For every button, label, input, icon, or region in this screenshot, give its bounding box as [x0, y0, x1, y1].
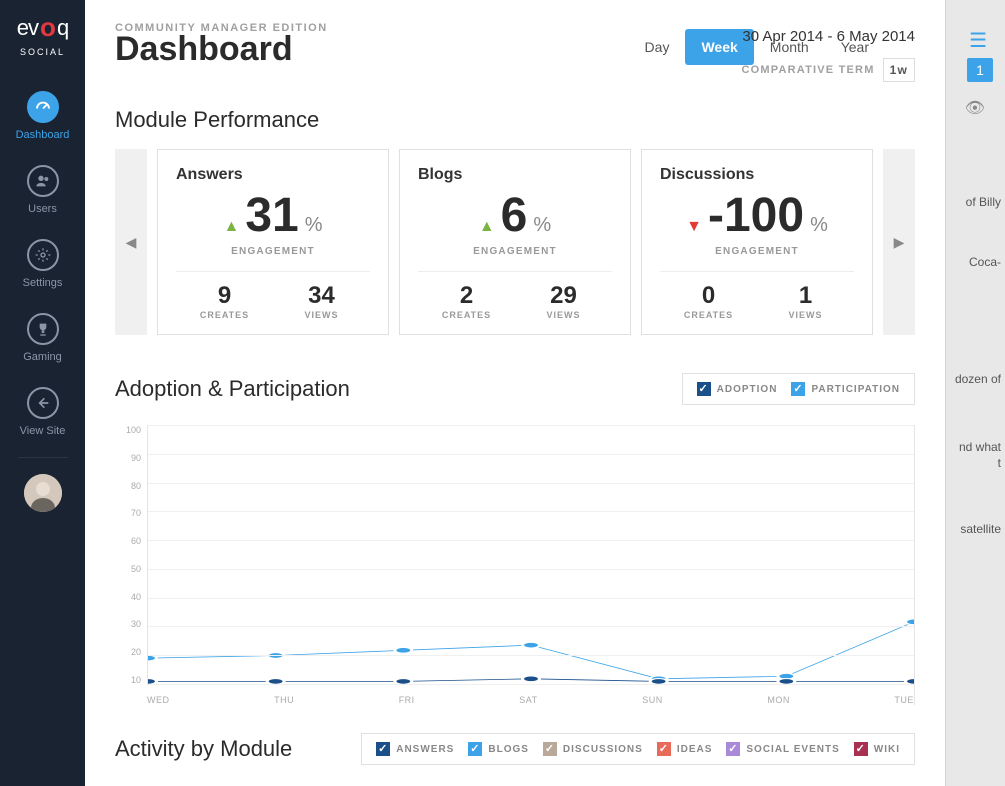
card-sublabel: ENGAGEMENT [660, 246, 854, 257]
page-title: Dashboard [115, 30, 293, 69]
checkbox-icon: ✓ [468, 742, 482, 756]
sidebar-item-dashboard[interactable]: Dashboard [0, 77, 85, 151]
card-unit: % [533, 214, 551, 237]
sidebar-item-view-site[interactable]: View Site [0, 373, 85, 447]
module-card[interactable]: Blogs ▲6% ENGAGEMENT 2CREATES 29VIEWS [399, 149, 631, 335]
text-fragment: dozen of [955, 372, 1001, 386]
card-sublabel: ENGAGEMENT [176, 246, 370, 257]
comparative-value[interactable]: 1w [883, 58, 915, 82]
text-fragment: satellite [960, 522, 1001, 536]
text-fragment: nd what [959, 440, 1001, 454]
brand-logo: evoq [17, 12, 68, 43]
legend-label: IDEAS [677, 744, 713, 755]
carousel-next[interactable]: ▶ [883, 149, 915, 335]
text-fragment: Coca- [969, 255, 1001, 269]
card-creates: 9 [176, 282, 273, 310]
period-tab-day[interactable]: Day [629, 29, 686, 65]
card-creates: 0 [660, 282, 757, 310]
legend-item[interactable]: ✓ DISCUSSIONS [543, 742, 643, 756]
card-views: 1 [757, 282, 854, 310]
eye-icon[interactable]: 👁 [965, 98, 985, 118]
exit-icon [27, 387, 59, 419]
gear-icon [27, 239, 59, 271]
date-range: 30 Apr 2014 - 6 May 2014 [742, 28, 915, 45]
card-value: 31 [245, 192, 298, 240]
card-unit: % [810, 214, 828, 237]
section-adoption: Adoption & Participation [115, 376, 350, 402]
checkbox-icon: ✓ [697, 382, 711, 396]
carousel-prev[interactable]: ◀ [115, 149, 147, 335]
nav-label: Users [28, 203, 57, 215]
adoption-legend: ✓ ADOPTION ✓ PARTICIPATION [682, 373, 915, 405]
notification-badge[interactable]: 1 [967, 58, 993, 82]
card-creates: 2 [418, 282, 515, 310]
legend-label: BLOGS [488, 744, 529, 755]
module-card[interactable]: Answers ▲31% ENGAGEMENT 9CREATES 34VIEWS [157, 149, 389, 335]
card-views: 34 [273, 282, 370, 310]
trophy-icon [27, 313, 59, 345]
legend-label: SOCIAL EVENTS [746, 744, 839, 755]
trend-up-icon: ▲ [223, 218, 239, 236]
nav-label: Gaming [23, 351, 62, 363]
legend-label: WIKI [874, 744, 900, 755]
legend-item[interactable]: ✓ PARTICIPATION [791, 382, 900, 396]
adoption-chart: 100908070605040302010 WEDTHUFRISATSUNMON… [115, 425, 915, 705]
card-title: Discussions [660, 166, 854, 184]
brand-subtitle: SOCIAL [20, 47, 65, 57]
trend-up-icon: ▲ [479, 218, 495, 236]
user-avatar[interactable] [24, 474, 62, 512]
users-icon [27, 165, 59, 197]
legend-item[interactable]: ✓ IDEAS [657, 742, 713, 756]
nav-label: Dashboard [16, 129, 70, 141]
legend-label: ANSWERS [396, 744, 454, 755]
legend-label: DISCUSSIONS [563, 744, 643, 755]
main-content: COMMUNITY MANAGER EDITION 30 Apr 2014 - … [85, 0, 945, 786]
section-activity: Activity by Module [115, 736, 292, 762]
legend-item[interactable]: ✓ ANSWERS [376, 742, 454, 756]
module-card[interactable]: Discussions ▼-100% ENGAGEMENT 0CREATES 1… [641, 149, 873, 335]
text-fragment: of Billy [966, 195, 1001, 209]
checkbox-icon: ✓ [726, 742, 740, 756]
section-module-performance: Module Performance [115, 107, 915, 133]
sidebar: evoq SOCIAL Dashboard Users Settings Gam… [0, 0, 85, 786]
trend-down-icon: ▼ [686, 218, 702, 236]
nav-label: View Site [20, 425, 66, 437]
sidebar-item-settings[interactable]: Settings [0, 225, 85, 299]
right-panel-peek: ☰ 1 👁 of Billy Coca- dozen of nd what t … [945, 0, 1005, 786]
nav-label: Settings [23, 277, 63, 289]
checkbox-icon: ✓ [376, 742, 390, 756]
card-title: Blogs [418, 166, 612, 184]
sidebar-item-users[interactable]: Users [0, 151, 85, 225]
legend-item[interactable]: ✓ ADOPTION [697, 382, 778, 396]
legend-item[interactable]: ✓ WIKI [854, 742, 900, 756]
legend-item[interactable]: ✓ SOCIAL EVENTS [726, 742, 839, 756]
legend-item[interactable]: ✓ BLOGS [468, 742, 529, 756]
checkbox-icon: ✓ [791, 382, 805, 396]
module-carousel: ◀ Answers ▲31% ENGAGEMENT 9CREATES 34VIE… [115, 149, 915, 335]
card-views: 29 [515, 282, 612, 310]
gauge-icon [27, 91, 59, 123]
card-value: 6 [501, 192, 528, 240]
comparative-label: COMPARATIVE TERM [742, 64, 875, 76]
checkbox-icon: ✓ [543, 742, 557, 756]
list-icon[interactable]: ☰ [969, 28, 987, 53]
legend-label: ADOPTION [717, 384, 778, 395]
card-value: -100 [708, 192, 804, 240]
card-sublabel: ENGAGEMENT [418, 246, 612, 257]
legend-label: PARTICIPATION [811, 384, 900, 395]
activity-legend: ✓ ANSWERS ✓ BLOGS ✓ DISCUSSIONS ✓ IDEAS … [361, 733, 915, 765]
checkbox-icon: ✓ [854, 742, 868, 756]
card-unit: % [305, 214, 323, 237]
checkbox-icon: ✓ [657, 742, 671, 756]
comparative-term: COMPARATIVE TERM 1w [742, 58, 916, 82]
text-fragment: t [998, 456, 1001, 470]
sidebar-item-gaming[interactable]: Gaming [0, 299, 85, 373]
card-title: Answers [176, 166, 370, 184]
